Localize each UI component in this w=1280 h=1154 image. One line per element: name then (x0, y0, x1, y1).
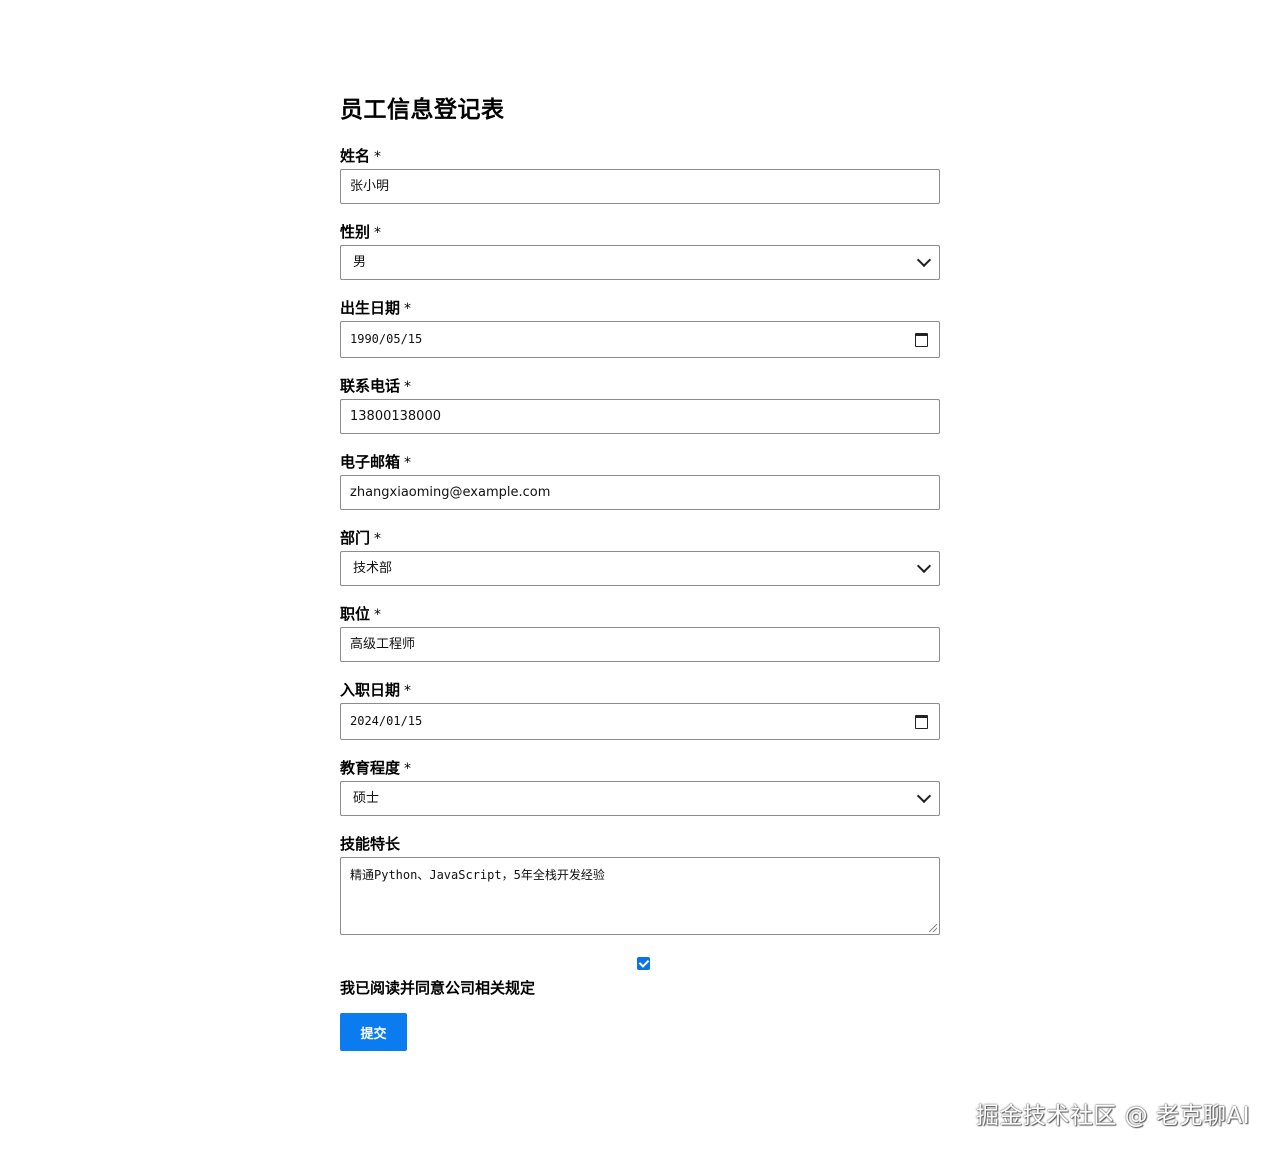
watermark: 掘金技术社区 @ 老克聊AI (975, 1103, 1250, 1129)
required-mark: * (374, 607, 382, 623)
birth-date-input[interactable]: 1990/05/15 (340, 321, 940, 358)
field-department: 部门 * 技术部 (340, 528, 940, 586)
required-mark: * (374, 531, 382, 547)
email-label: 电子邮箱 * (340, 453, 412, 471)
skills-textarea-value: 精通Python、JavaScript，5年全栈开发经验 (350, 868, 605, 882)
field-skills: 技能特长 精通Python、JavaScript，5年全栈开发经验 (340, 834, 940, 935)
field-birth-date: 出生日期 * 1990/05/15 (340, 298, 940, 358)
position-label: 职位 * (340, 605, 382, 623)
education-select-value: 硕士 (353, 791, 380, 806)
agreement-checkbox[interactable] (637, 957, 650, 970)
gender-select[interactable]: 男 (340, 245, 940, 280)
submit-button[interactable]: 提交 (340, 1013, 407, 1051)
chevron-down-icon (916, 252, 932, 268)
education-select[interactable]: 硕士 (340, 781, 940, 816)
hire-date-label: 入职日期 * (340, 681, 412, 699)
field-education: 教育程度 * 硕士 (340, 758, 940, 816)
resize-handle-icon[interactable] (929, 924, 937, 932)
employee-form: 员工信息登记表 姓名 * 张小明 性别 * 男 出生日期 * 1990/05/15 联… (340, 92, 940, 1051)
name-input[interactable]: 张小明 (340, 169, 940, 204)
chevron-down-icon (916, 558, 932, 574)
position-input-value: 高级工程师 (350, 637, 416, 652)
department-select-value: 技术部 (353, 561, 393, 576)
field-position: 职位 * 高级工程师 (340, 604, 940, 662)
gender-label: 性别 * (340, 223, 382, 241)
skills-label: 技能特长 (340, 835, 401, 853)
field-phone: 联系电话 * 13800138000 (340, 376, 940, 434)
field-name: 姓名 * 张小明 (340, 146, 940, 204)
agreement-label[interactable]: 我已阅读并同意公司相关规定 (340, 978, 940, 998)
email-input-value: zhangxiaoming@example.com (350, 485, 551, 500)
birth-date-label: 出生日期 * (340, 299, 412, 317)
position-input[interactable]: 高级工程师 (340, 627, 940, 662)
required-mark: * (404, 761, 412, 777)
agreement-row (340, 955, 940, 973)
required-mark: * (404, 301, 412, 317)
field-hire-date: 入职日期 * 2024/01/15 (340, 680, 940, 740)
required-mark: * (404, 379, 412, 395)
name-input-value: 张小明 (350, 179, 390, 194)
name-label: 姓名 * (340, 147, 382, 165)
email-input[interactable]: zhangxiaoming@example.com (340, 475, 940, 510)
gender-select-value: 男 (353, 255, 367, 270)
hire-date-input[interactable]: 2024/01/15 (340, 703, 940, 740)
required-mark: * (374, 225, 382, 241)
education-label: 教育程度 * (340, 759, 412, 777)
calendar-icon[interactable] (915, 714, 928, 729)
required-mark: * (404, 455, 412, 471)
chevron-down-icon (916, 788, 932, 804)
field-gender: 性别 * 男 (340, 222, 940, 280)
field-email: 电子邮箱 * zhangxiaoming@example.com (340, 452, 940, 510)
phone-input[interactable]: 13800138000 (340, 399, 940, 434)
calendar-icon[interactable] (915, 332, 928, 347)
skills-textarea[interactable]: 精通Python、JavaScript，5年全栈开发经验 (340, 857, 940, 935)
department-label: 部门 * (340, 529, 382, 547)
page-title: 员工信息登记表 (340, 97, 505, 123)
phone-label: 联系电话 * (340, 377, 412, 395)
birth-date-value: 1990/05/15 (350, 332, 423, 346)
check-icon (638, 957, 649, 968)
phone-input-value: 13800138000 (350, 409, 441, 424)
required-mark: * (404, 683, 412, 699)
required-mark: * (374, 149, 382, 165)
department-select[interactable]: 技术部 (340, 551, 940, 586)
hire-date-value: 2024/01/15 (350, 714, 423, 728)
